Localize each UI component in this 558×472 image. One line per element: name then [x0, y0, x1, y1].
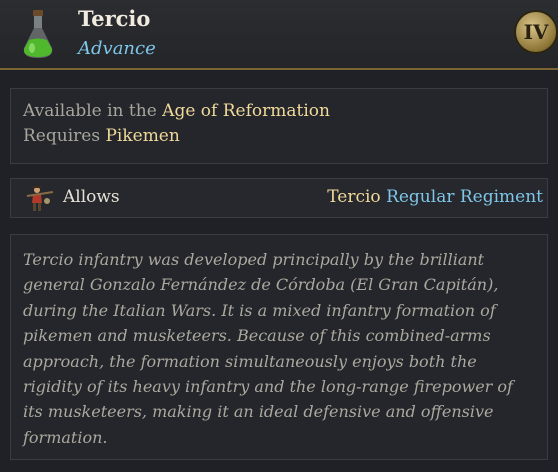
green-potion-flask-icon: [23, 10, 53, 58]
availability-line: Available in the Age of Reformation: [23, 101, 330, 121]
requirements-panel: Available in the Age of Reformation Requ…: [10, 88, 548, 164]
requires-line: Requires Pikemen: [23, 126, 180, 146]
allows-label: Allows: [63, 187, 120, 207]
requires-prefix: Requires: [23, 126, 101, 146]
description-panel: Tercio infantry was developed principall…: [10, 234, 548, 460]
allowed-unit-type[interactable]: Regular Regiment: [386, 187, 543, 207]
availability-prefix: Available in the: [23, 101, 157, 121]
advance-tooltip: Tercio Advance IV Available in the Age o…: [0, 0, 558, 472]
era-badge: IV: [514, 10, 558, 54]
allows-row: Allows Tercio Regular Regiment: [10, 178, 548, 218]
advance-type-label: Advance: [78, 38, 156, 59]
tooltip-header: Tercio Advance IV: [0, 0, 558, 70]
age-link[interactable]: Age of Reformation: [162, 101, 330, 121]
musketeer-unit-icon: [26, 186, 54, 211]
description-text: Tercio infantry was developed principall…: [23, 250, 513, 447]
allowed-unit[interactable]: Tercio Regular Regiment: [327, 187, 543, 207]
page-title: Tercio: [78, 6, 151, 31]
allowed-unit-name[interactable]: Tercio: [327, 187, 380, 207]
prerequisite-link[interactable]: Pikemen: [105, 126, 179, 146]
